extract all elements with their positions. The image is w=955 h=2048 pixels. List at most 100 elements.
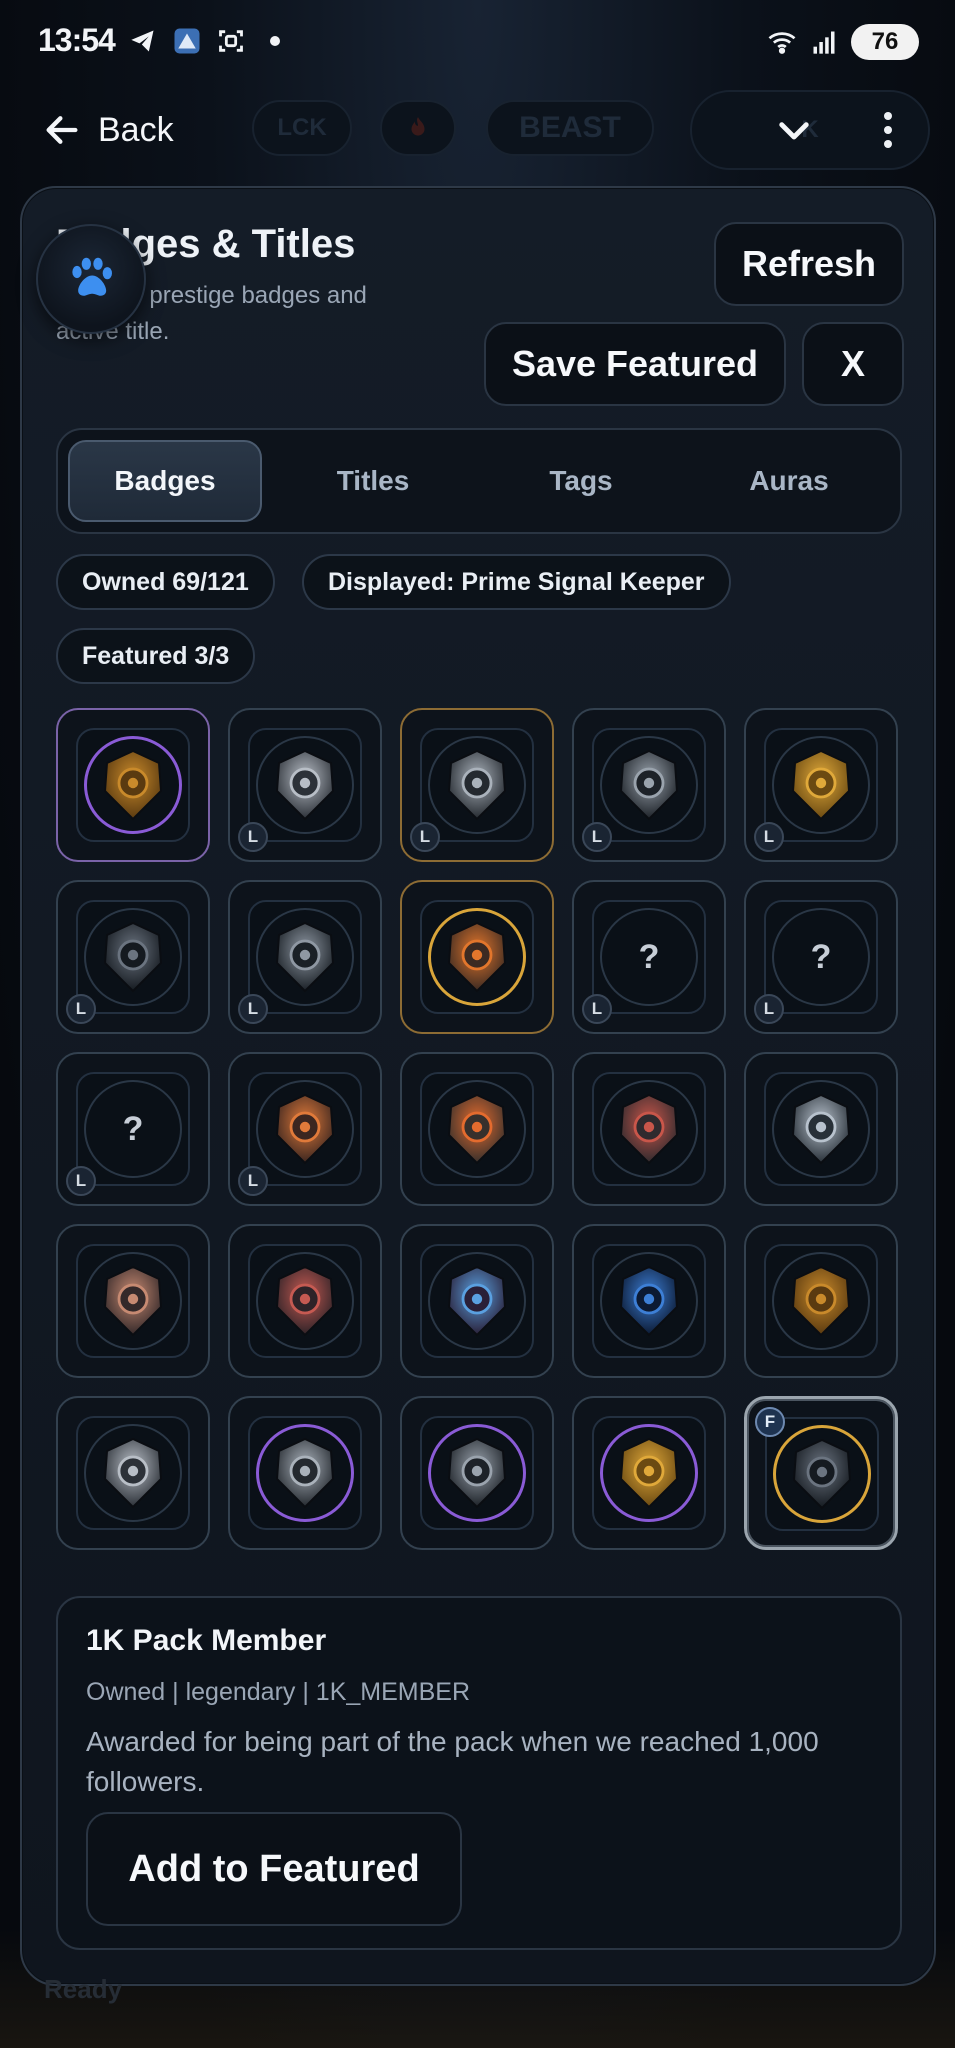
more-options-button[interactable] — [852, 96, 924, 164]
badge-cell[interactable] — [572, 1052, 726, 1206]
badge-frame — [76, 1416, 190, 1530]
badge-ring — [84, 908, 182, 1006]
dark-skull-badge-icon — [275, 1093, 335, 1165]
badge-cell[interactable]: L — [56, 880, 210, 1034]
tab-tags[interactable]: Tags — [484, 440, 678, 522]
dropdown-button[interactable] — [758, 96, 830, 164]
refresh-button[interactable]: Refresh — [714, 222, 904, 306]
top-app-bar: LCK BEAST K Back — [0, 84, 955, 176]
badge-cell[interactable] — [744, 1224, 898, 1378]
badge-detail-meta: Owned | legendary | 1K_MEMBER — [86, 1678, 470, 1706]
badge-cell[interactable]: ? L — [56, 1052, 210, 1206]
badge-frame — [248, 1072, 362, 1186]
badges-titles-panel: Badges & Titles Manage prestige badges a… — [20, 186, 936, 1986]
legendary-tag: L — [238, 1166, 268, 1196]
badge-frame: ? — [76, 1072, 190, 1186]
wifi-icon — [767, 27, 797, 57]
status-time: 13:54 — [38, 22, 116, 58]
badge-cell[interactable] — [400, 1224, 554, 1378]
gold-bars-badge-icon — [103, 749, 163, 821]
badge-cell[interactable]: ? L — [744, 880, 898, 1034]
save-featured-button[interactable]: Save Featured — [484, 322, 786, 406]
kebab-dot — [884, 140, 892, 148]
chevron-down-icon — [779, 122, 809, 140]
badge-frame — [592, 728, 706, 842]
close-button[interactable]: X — [802, 322, 904, 406]
badge-frame — [764, 728, 878, 842]
legendary-tag: L — [754, 822, 784, 852]
badge-frame — [764, 1072, 878, 1186]
badge-ring — [428, 736, 526, 834]
badge-ring: ? — [600, 908, 698, 1006]
badge-cell[interactable]: L — [228, 708, 382, 862]
badge-cell[interactable] — [228, 1396, 382, 1550]
badge-frame — [76, 1244, 190, 1358]
badge-cell[interactable] — [228, 1224, 382, 1378]
status-bar: 13:54 76 — [0, 0, 955, 84]
badge-cell[interactable]: F — [744, 1396, 898, 1550]
badge-cell[interactable] — [744, 1052, 898, 1206]
badge-cell[interactable] — [572, 1224, 726, 1378]
badge-frame — [592, 1244, 706, 1358]
tab-auras[interactable]: Auras — [692, 440, 886, 522]
screenshot-icon — [216, 26, 246, 56]
ember-crest-badge-icon — [275, 1437, 335, 1509]
badge-cell[interactable]: L — [228, 1052, 382, 1206]
badge-cell[interactable] — [400, 1396, 554, 1550]
badge-frame — [420, 1244, 534, 1358]
badge-cell[interactable] — [56, 1224, 210, 1378]
badge-ring: ? — [84, 1080, 182, 1178]
badge-frame — [76, 728, 190, 842]
badge-frame — [420, 900, 534, 1014]
badge-cell[interactable]: L — [228, 880, 382, 1034]
badge-frame: ? — [764, 900, 878, 1014]
badge-ring — [428, 1252, 526, 1350]
badge-ring — [256, 1424, 354, 1522]
infinity-dice-badge-icon — [619, 749, 679, 821]
tab-titles[interactable]: Titles — [276, 440, 470, 522]
badge-cell[interactable] — [400, 1052, 554, 1206]
badge-ring — [428, 1080, 526, 1178]
cosmic-crest-badge-icon — [619, 1437, 679, 1509]
avatar[interactable] — [36, 224, 146, 334]
badge-cell[interactable]: L — [572, 708, 726, 862]
red-orb-shield-badge-icon — [791, 1265, 851, 1337]
featured-count-chip: Featured 3/3 — [56, 628, 256, 684]
badge-cell[interactable] — [572, 1396, 726, 1550]
badge-ring — [84, 1424, 182, 1522]
fortress-badge-icon — [275, 1265, 335, 1337]
badge-frame — [592, 1072, 706, 1186]
tab-badges[interactable]: Badges — [68, 440, 262, 522]
howling-wolf-badge-icon — [792, 1438, 852, 1510]
dice-emblem-badge-icon — [447, 749, 507, 821]
locked-badge-icon: ? — [810, 937, 832, 976]
badge-cell[interactable]: L — [744, 708, 898, 862]
badge-ring — [772, 736, 870, 834]
legendary-tag: L — [66, 994, 96, 1024]
back-label: Back — [98, 110, 174, 149]
badge-cell[interactable] — [400, 880, 554, 1034]
legendary-tag: L — [66, 1166, 96, 1196]
badge-cell[interactable] — [56, 1396, 210, 1550]
badge-detail-description: Awarded for being part of the pack when … — [86, 1726, 819, 1797]
locked-badge-icon: ? — [638, 937, 660, 976]
status-notification-icons — [128, 26, 290, 56]
badge-ring — [256, 1080, 354, 1178]
back-button[interactable]: Back — [24, 96, 192, 164]
displayed-title-chip: Displayed: Prime Signal Keeper — [302, 554, 731, 610]
kebab-dot — [884, 126, 892, 134]
badge-cell[interactable] — [56, 708, 210, 862]
badge-frame — [765, 1417, 879, 1531]
badge-cell[interactable]: L — [400, 708, 554, 862]
badge-cell[interactable]: ? L — [572, 880, 726, 1034]
crimson-crest-badge-icon — [447, 1437, 507, 1509]
reset-pioneer-badge-icon — [447, 921, 507, 993]
paw-icon — [72, 257, 112, 296]
legendary-tag: L — [238, 822, 268, 852]
map-pin-shield-badge-icon — [619, 1093, 679, 1165]
add-to-featured-button[interactable]: Add to Featured — [86, 1812, 462, 1926]
locked-badge-icon: ? — [122, 1109, 144, 1148]
badge-ring — [600, 1080, 698, 1178]
badge-ring — [600, 1252, 698, 1350]
arrow-left-icon — [46, 116, 78, 144]
